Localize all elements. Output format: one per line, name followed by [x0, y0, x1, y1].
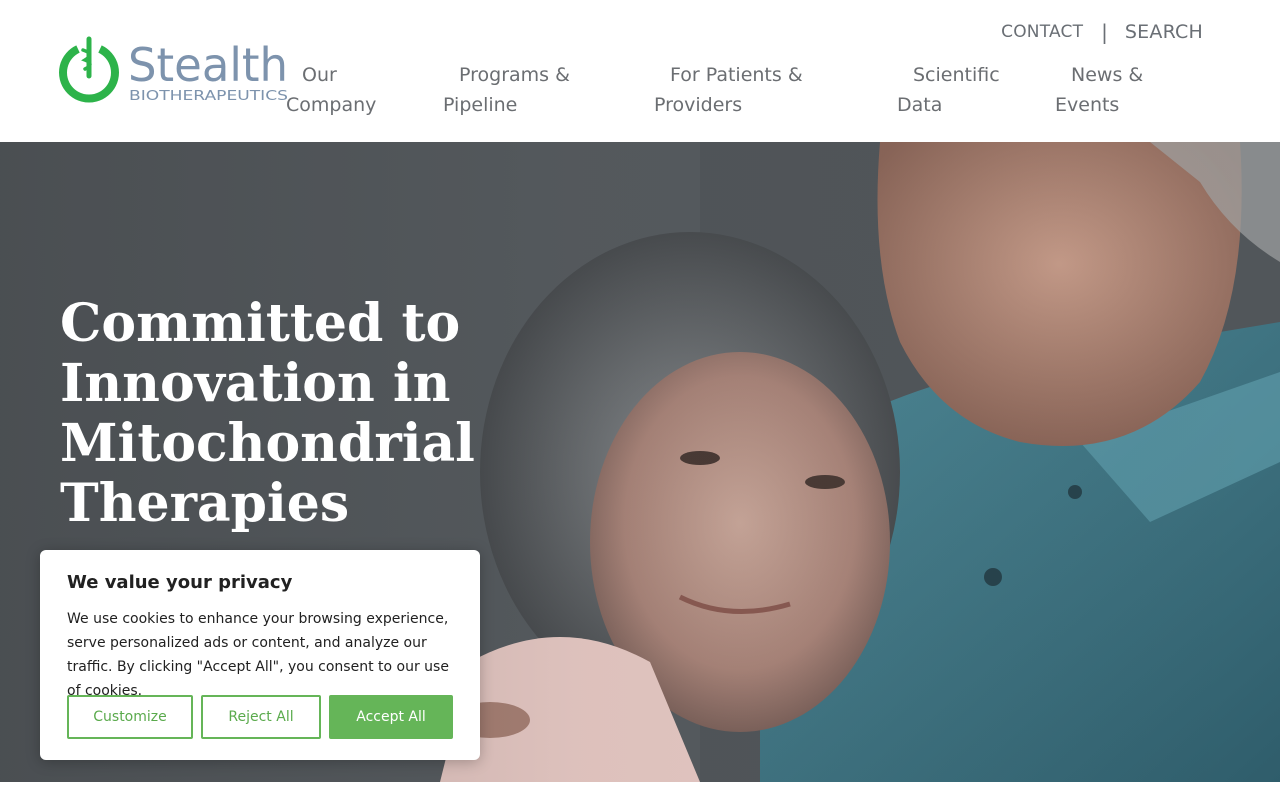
nav-label-line1: News &: [1071, 64, 1144, 86]
nav-patients-providers[interactable]: For Patients & Providers: [654, 60, 803, 120]
reject-all-button[interactable]: Reject All: [201, 695, 321, 739]
utility-separator: |: [1101, 20, 1108, 44]
site-header: CONTACT | SEARCH Stealth BIOTHERAPEUTICS…: [0, 0, 1280, 142]
nav-label-line2: Company: [286, 94, 377, 116]
contact-link[interactable]: CONTACT: [1001, 22, 1083, 42]
cookie-message: We use cookies to enhance your browsing …: [67, 611, 449, 699]
search-link[interactable]: SEARCH: [1125, 21, 1203, 43]
logo-wordmark: Stealth: [128, 38, 288, 92]
customize-button[interactable]: Customize: [67, 695, 193, 739]
nav-label-line2: Pipeline: [443, 94, 518, 116]
hero-headline: Committed to Innovation in Mitochondrial…: [60, 293, 475, 534]
nav-programs-pipeline[interactable]: Programs & Pipeline: [443, 60, 570, 120]
cookie-title: We value your privacy: [67, 572, 293, 593]
nav-label-line1: Our: [302, 64, 337, 86]
nav-label-line1: Programs &: [459, 64, 570, 86]
logo-subtitle: BIOTHERAPEUTICS: [129, 88, 288, 104]
cookie-consent-banner: We value your privacy We use cookies to …: [40, 550, 480, 760]
nav-scientific-data[interactable]: Scientific Data: [897, 60, 1000, 120]
nav-our-company[interactable]: Our Company: [286, 60, 376, 120]
page-bottom-strip: [0, 782, 1280, 800]
nav-label-line2: Data: [897, 94, 943, 116]
nav-label-line2: Events: [1055, 94, 1120, 116]
nav-label-line1: Scientific: [913, 64, 1000, 86]
nav-label-line1: For Patients &: [670, 64, 803, 86]
accept-all-button[interactable]: Accept All: [329, 695, 453, 739]
utility-nav: CONTACT | SEARCH: [1001, 18, 1203, 46]
nav-news-events[interactable]: News & Events: [1055, 60, 1143, 120]
nav-label-line2: Providers: [654, 94, 743, 116]
stealth-logo[interactable]: Stealth BIOTHERAPEUTICS: [58, 36, 290, 108]
